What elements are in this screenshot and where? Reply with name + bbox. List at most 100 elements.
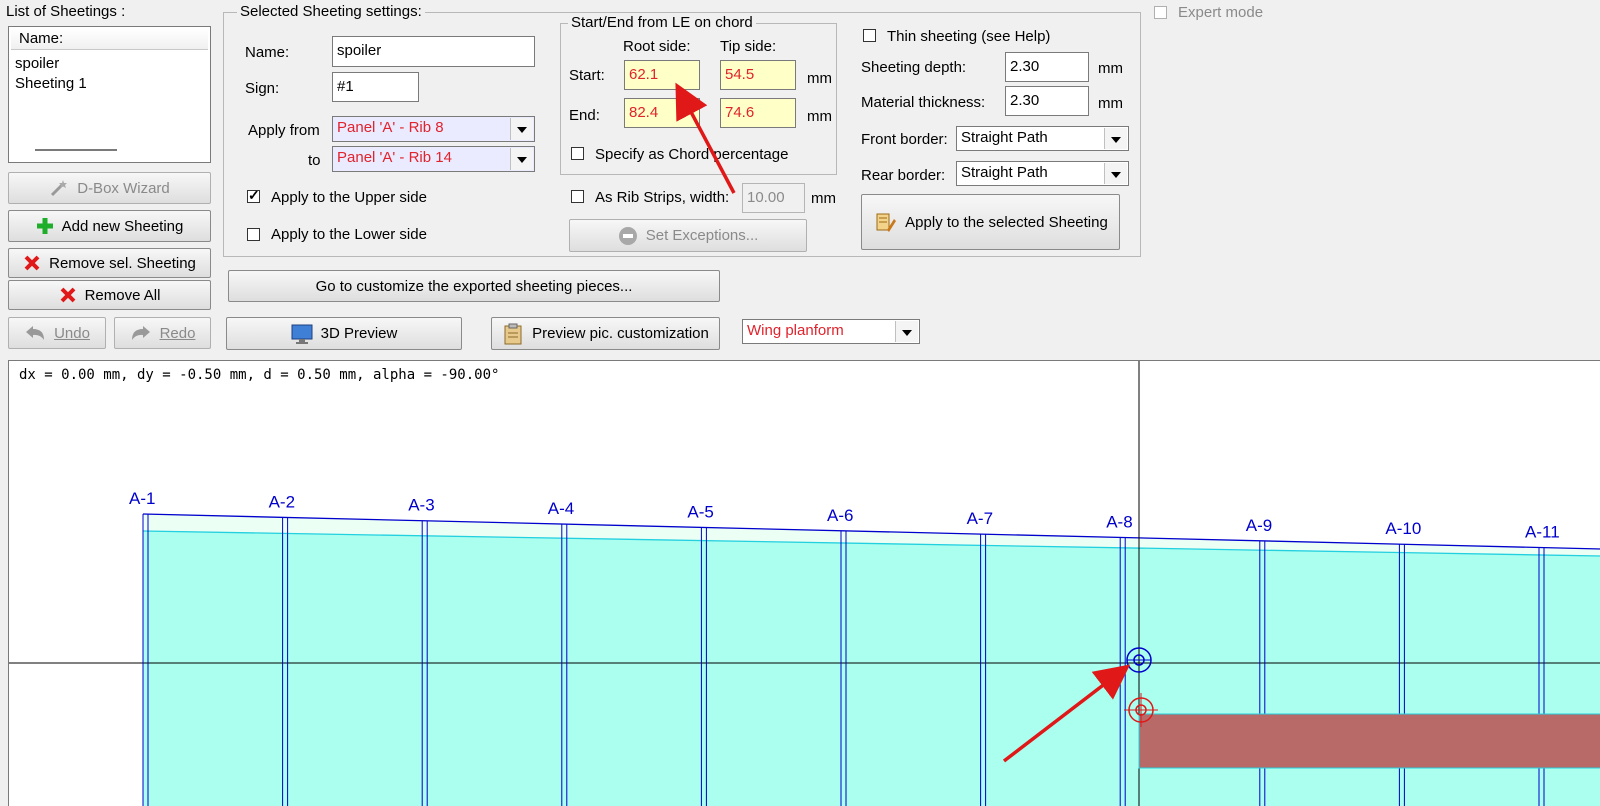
list-scrollbar[interactable] (35, 149, 117, 151)
rib-label: A-9 (1246, 516, 1272, 535)
rib-label: A-1 (129, 489, 155, 508)
rib-strips-checkbox[interactable] (571, 190, 584, 203)
rib-label: A-2 (269, 492, 295, 511)
customize-exported-pieces-button[interactable]: Go to customize the exported sheeting pi… (228, 270, 720, 302)
list-item[interactable]: spoiler (15, 55, 59, 72)
add-new-sheeting-button[interactable]: Add new Sheeting (8, 210, 211, 242)
apply-to-value: Panel 'A' - Rib 14 (337, 149, 452, 166)
rib-strips-label: As Rib Strips, width: (595, 189, 730, 206)
end-unit: mm (807, 108, 832, 125)
chevron-down-icon[interactable] (1104, 163, 1127, 184)
apply-from-select[interactable]: Panel 'A' - Rib 8 (332, 116, 535, 142)
apply-to-select[interactable]: Panel 'A' - Rib 14 (332, 146, 535, 172)
end-tip-input[interactable]: 74.6 (720, 98, 796, 128)
rib-strips-width-input[interactable]: 10.00 (742, 183, 805, 213)
chevron-down-icon[interactable] (510, 118, 533, 140)
chevron-down-icon[interactable] (510, 148, 533, 170)
view-mode-select[interactable]: Wing planform (742, 319, 920, 344)
chord-group-title: Start/End from LE on chord (568, 14, 756, 31)
customize-exported-pieces-label: Go to customize the exported sheeting pi… (315, 277, 633, 295)
expert-mode-checkbox[interactable] (1154, 6, 1167, 19)
remove-all-button[interactable]: Remove All (8, 280, 211, 310)
rib-label: A-3 (408, 496, 434, 515)
start-tip-input[interactable]: 54.5 (720, 60, 796, 90)
end-label: End: (569, 107, 600, 124)
sign-input[interactable]: #1 (332, 72, 419, 102)
sheetings-list-header[interactable]: Name: (11, 29, 208, 50)
rib-label: A-7 (967, 509, 993, 528)
rear-border-select[interactable]: Straight Path (956, 161, 1129, 186)
rib-label: A-8 (1106, 512, 1132, 531)
start-unit: mm (807, 70, 832, 87)
chord-percentage-label: Specify as Chord percentage (595, 146, 789, 163)
rib-label: A-11 (1525, 523, 1560, 542)
wing-planform-drawing[interactable]: A-1 A-2 A-3 A-4 A-5 A-6 A-7 A-8 A-9 A-10 A-11 (9, 361, 1600, 806)
upper-side-label: Apply to the Upper side (271, 189, 427, 206)
rear-border-value: Straight Path (961, 164, 1048, 181)
material-thickness-label: Material thickness: (861, 94, 986, 111)
expert-mode-label: Expert mode (1178, 4, 1264, 21)
front-border-value: Straight Path (961, 129, 1048, 146)
set-exceptions-button[interactable]: Set Exceptions... (569, 219, 807, 252)
upper-side-checkbox[interactable] (247, 187, 260, 204)
red-x-icon (24, 255, 40, 271)
undo-button[interactable]: Undo (8, 317, 106, 349)
wing-planform-canvas[interactable]: A-1 A-2 A-3 A-4 A-5 A-6 A-7 A-8 A-9 A-10 A-11 dx =… (8, 360, 1600, 806)
sheeting-depth-label: Sheeting depth: (861, 59, 967, 76)
plus-icon (36, 218, 53, 234)
preview-pic-customization-button[interactable]: Preview pic. customization (491, 317, 720, 350)
chevron-down-icon[interactable] (1104, 128, 1127, 149)
apply-from-label: Apply from (248, 122, 320, 139)
sheeting-depth-unit: mm (1098, 60, 1123, 77)
undo-icon (26, 326, 45, 340)
chevron-down-icon[interactable] (895, 321, 918, 342)
add-new-sheeting-label: Add new Sheeting (61, 217, 184, 235)
tip-side-label: Tip side: (720, 38, 777, 55)
redo-icon (131, 326, 150, 340)
front-border-label: Front border: (861, 131, 948, 148)
preview-pic-customization-label: Preview pic. customization (532, 325, 709, 342)
apply-from-value: Panel 'A' - Rib 8 (337, 119, 444, 136)
sign-label: Sign: (245, 80, 280, 97)
rib-label: A-5 (687, 502, 713, 521)
sheeting-depth-input[interactable]: 2.30 (1005, 52, 1089, 82)
sheeting-settings-title: Selected Sheeting settings: (237, 3, 425, 20)
dbox-wizard-button[interactable]: D-Box Wizard (8, 172, 211, 204)
wand-icon (51, 180, 68, 197)
set-exceptions-label: Set Exceptions... (645, 227, 759, 244)
stop-icon (618, 226, 637, 245)
red-x-icon (60, 287, 75, 303)
chord-percentage-checkbox[interactable] (571, 147, 584, 160)
thin-sheeting-label: Thin sheeting (see Help) (887, 28, 1051, 45)
lower-side-label: Apply to the Lower side (271, 226, 427, 243)
spoiler-sheeting-piece[interactable] (1138, 713, 1600, 769)
rib-label: A-6 (827, 506, 853, 525)
monitor-icon (291, 324, 313, 344)
apply-sheet-icon (876, 213, 897, 232)
remove-selected-sheeting-button[interactable]: Remove sel. Sheeting (8, 248, 211, 278)
list-item[interactable]: Sheeting 1 (15, 75, 87, 92)
name-input[interactable]: spoiler (332, 36, 535, 67)
rear-border-label: Rear border: (861, 167, 946, 184)
end-root-input[interactable]: 82.4 (624, 98, 700, 128)
sheetings-list-title: List of Sheetings : (6, 3, 126, 20)
material-thickness-input[interactable]: 2.30 (1005, 86, 1089, 116)
name-column-header: Name: (19, 30, 64, 47)
thin-sheeting-checkbox[interactable] (863, 29, 876, 42)
3d-preview-label: 3D Preview (320, 325, 398, 342)
start-root-input[interactable]: 62.1 (624, 60, 700, 90)
remove-all-label: Remove All (84, 286, 161, 304)
name-label: Name: (245, 44, 290, 61)
apply-to-label: to (308, 152, 321, 169)
front-border-select[interactable]: Straight Path (956, 126, 1129, 151)
apply-selected-sheeting-label: Apply to the selected Sheeting (905, 213, 1108, 231)
material-thickness-unit: mm (1098, 95, 1123, 112)
3d-preview-button[interactable]: 3D Preview (226, 317, 462, 350)
start-label: Start: (569, 67, 605, 84)
dbox-wizard-label: D-Box Wizard (77, 179, 170, 197)
sheetings-list[interactable]: Name: spoiler Sheeting 1 (8, 26, 211, 163)
lower-side-checkbox[interactable] (247, 228, 260, 241)
apply-selected-sheeting-button[interactable]: Apply to the selected Sheeting (861, 194, 1120, 250)
redo-label: Redo (159, 324, 196, 342)
redo-button[interactable]: Redo (114, 317, 211, 349)
